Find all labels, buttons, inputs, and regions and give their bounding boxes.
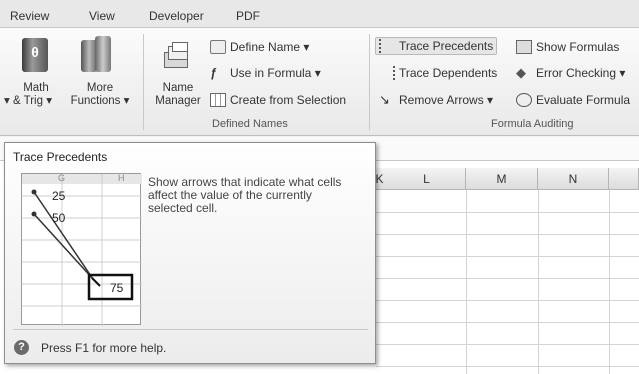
- define-name-label: Define Name: [230, 40, 301, 54]
- math-book-icon: θ: [22, 38, 48, 72]
- tooltip-help-row: ? Press F1 for more help.: [14, 340, 166, 355]
- use-in-formula-label: Use in Formula: [230, 66, 312, 80]
- trace-dependents-button[interactable]: Trace Dependents: [379, 66, 497, 80]
- name-label: Name: [162, 82, 194, 94]
- trace-dependents-icon: [379, 66, 395, 80]
- tab-review[interactable]: Review: [10, 9, 49, 23]
- column-header-n[interactable]: N: [538, 168, 609, 190]
- column-header-l[interactable]: L: [388, 168, 466, 190]
- remove-arrows-icon: ↘: [379, 92, 390, 107]
- trace-precedents-tooltip: Trace Precedents G H 25 50 75 Show arrow…: [4, 142, 376, 364]
- show-formulas-label: Show Formulas: [536, 40, 620, 54]
- formula-auditing-group-label: Formula Auditing: [491, 118, 574, 130]
- name-manager-icon: [162, 42, 192, 72]
- gridline: [376, 322, 639, 323]
- gridline: [466, 190, 467, 374]
- ribbon-tab-strip: Review View Developer PDF: [0, 0, 639, 28]
- gridline: [376, 344, 639, 345]
- trace-precedents-label: Trace Precedents: [399, 39, 494, 53]
- tab-developer[interactable]: Developer: [149, 9, 204, 23]
- gridline: [609, 190, 610, 374]
- tag-icon: [210, 40, 226, 54]
- books-icon-part: [95, 36, 111, 72]
- remove-arrows-button[interactable]: ↘ Remove Arrows ▾: [379, 92, 493, 108]
- help-icon: ?: [14, 340, 29, 355]
- group-divider: [143, 34, 144, 130]
- gridline: [376, 212, 639, 213]
- gridline: [376, 300, 639, 301]
- function-icon: ƒ: [210, 66, 217, 80]
- preview-col-h: H: [118, 173, 125, 183]
- trace-arrows-illustration: [22, 174, 142, 326]
- name-manager-button[interactable]: Name Manager: [152, 32, 204, 130]
- functions-label: Functions: [70, 95, 121, 107]
- error-checking-button[interactable]: ◆ Error Checking ▾: [516, 65, 625, 81]
- preview-value-25: 25: [52, 189, 66, 203]
- group-divider: [369, 34, 370, 130]
- tooltip-help-text: Press F1 for more help.: [41, 340, 167, 355]
- grid-icon: [210, 93, 226, 107]
- gridline: [376, 278, 639, 279]
- create-from-selection-button[interactable]: Create from Selection: [210, 93, 346, 107]
- math-trig-button[interactable]: θ Math ▾ & Trig ▾: [0, 32, 56, 130]
- gridline: [376, 366, 639, 367]
- defined-names-group-label: Defined Names: [212, 118, 288, 130]
- more-label: More: [86, 82, 114, 94]
- trace-dependents-label: Trace Dependents: [399, 66, 498, 80]
- manager-label: Manager: [155, 95, 201, 107]
- column-header-partial[interactable]: [609, 168, 639, 190]
- remove-arrows-label: Remove Arrows: [399, 93, 484, 107]
- error-checking-label: Error Checking: [536, 66, 617, 80]
- trace-precedents-button[interactable]: Trace Precedents: [375, 37, 498, 55]
- math-label: Math: [23, 82, 49, 94]
- math-trig-label: & Trig: [12, 95, 44, 107]
- create-from-selection-label: Create from Selection: [230, 93, 347, 107]
- gridline: [376, 256, 639, 257]
- error-checking-icon: ◆: [516, 65, 526, 80]
- precedent-arrow-1: [33, 191, 94, 280]
- arrowhead: [91, 277, 101, 287]
- tooltip-preview-image: G H 25 50 75: [21, 173, 142, 326]
- tab-pdf[interactable]: PDF: [236, 9, 260, 23]
- evaluate-formula-icon: [516, 93, 532, 107]
- tooltip-divider: [13, 329, 368, 330]
- define-name-button[interactable]: Define Name ▾: [210, 40, 309, 54]
- trace-precedents-icon: [379, 39, 395, 53]
- tab-view[interactable]: View: [89, 9, 115, 23]
- preview-col-g: G: [58, 173, 66, 183]
- arrow-origin-dot-2: [31, 211, 37, 217]
- show-formulas-button[interactable]: Show Formulas: [516, 40, 619, 54]
- use-in-formula-button[interactable]: ƒ Use in Formula ▾: [210, 66, 321, 80]
- preview-value-75: 75: [110, 281, 124, 295]
- tooltip-title: Trace Precedents: [13, 150, 108, 164]
- evaluate-formula-button[interactable]: Evaluate Formula: [516, 93, 630, 107]
- tooltip-description: Show arrows that indicate what cells aff…: [148, 175, 342, 215]
- more-functions-button[interactable]: More Functions ▾: [63, 32, 137, 130]
- gridline: [376, 234, 639, 235]
- arrow-origin-dot-1: [31, 189, 37, 195]
- gridline: [538, 190, 539, 374]
- preview-value-50: 50: [52, 211, 66, 225]
- evaluate-formula-label: Evaluate Formula: [536, 93, 631, 107]
- preview-gridlines: [22, 174, 142, 326]
- column-header-m[interactable]: M: [466, 168, 538, 190]
- show-formulas-icon: [516, 40, 532, 54]
- theta-glyph: θ: [31, 44, 39, 60]
